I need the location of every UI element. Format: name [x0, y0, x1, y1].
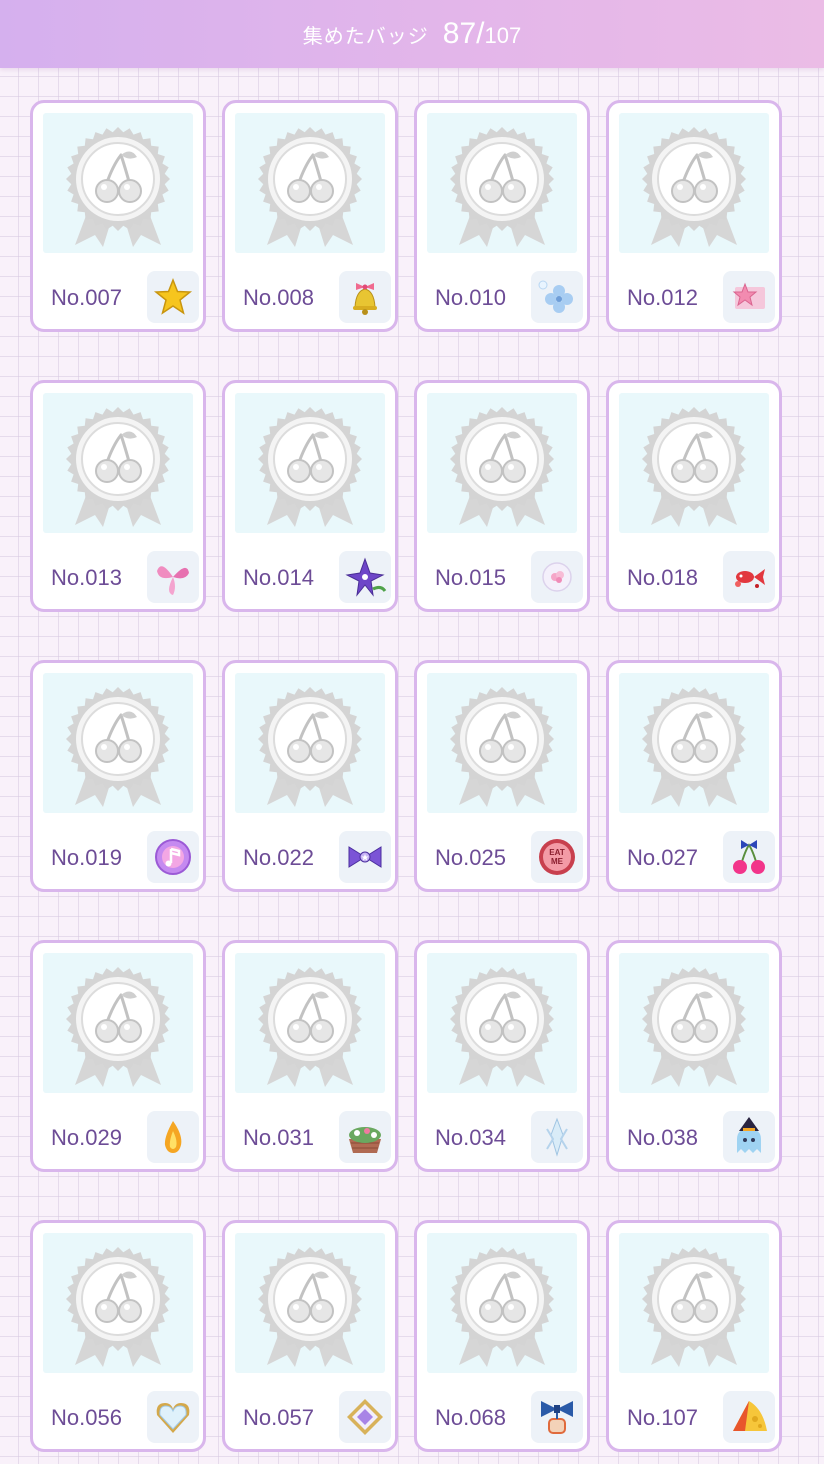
cheese-icon [723, 1391, 775, 1443]
badge-card[interactable]: No.107 [606, 1220, 782, 1452]
badge-card[interactable]: No.025 EAT ME [414, 660, 590, 892]
purple-flower-icon [339, 551, 391, 603]
badge-card[interactable]: No.014 [222, 380, 398, 612]
heart-gem-icon [147, 1391, 199, 1443]
flower-bubble-icon [531, 551, 583, 603]
star-envelope-icon [723, 271, 775, 323]
pink-butterfly-icon [147, 551, 199, 603]
badge-card[interactable]: No.027 [606, 660, 782, 892]
cherry-ribbon-icon [723, 831, 775, 883]
badge-number: No.007 [51, 285, 122, 310]
badge-number: No.025 [435, 845, 506, 870]
locked-badge-placeholder [235, 1233, 385, 1373]
locked-badge-placeholder [235, 113, 385, 253]
locked-badge-placeholder [619, 113, 769, 253]
locked-badge-placeholder [235, 673, 385, 813]
locked-badge-placeholder [619, 673, 769, 813]
header-bar: 集めたバッジ 87 / 107 [0, 0, 824, 68]
badge-number: No.015 [435, 565, 506, 590]
badge-card[interactable]: No.057 [222, 1220, 398, 1452]
locked-badge-placeholder [619, 393, 769, 533]
locked-badge-placeholder [43, 673, 193, 813]
badge-number: No.031 [243, 1125, 314, 1150]
badge-number: No.010 [435, 285, 506, 310]
badge-number: No.022 [243, 845, 314, 870]
locked-badge-placeholder [427, 673, 577, 813]
badge-card[interactable]: No.015 [414, 380, 590, 612]
badge-number: No.038 [627, 1125, 698, 1150]
star-icon [147, 271, 199, 323]
locked-badge-placeholder [43, 393, 193, 533]
locked-badge-placeholder [235, 953, 385, 1093]
flame-icon [147, 1111, 199, 1163]
badge-number: No.068 [435, 1405, 506, 1430]
hydrangea-icon [531, 271, 583, 323]
locked-badge-placeholder [43, 953, 193, 1093]
count-separator: / [476, 17, 485, 50]
badge-card[interactable]: No.056 [30, 1220, 206, 1452]
purple-ribbon-icon [339, 831, 391, 883]
music-note-orb-icon [147, 831, 199, 883]
locked-badge-placeholder [43, 113, 193, 253]
svg-text:ME: ME [551, 857, 564, 866]
svg-text:EAT: EAT [549, 848, 565, 857]
badge-number: No.012 [627, 285, 698, 310]
badge-card[interactable]: No.018 [606, 380, 782, 612]
badge-card[interactable]: No.034 [414, 940, 590, 1172]
ghost-witch-hat-icon [723, 1111, 775, 1163]
badge-number: No.014 [243, 565, 314, 590]
badge-card[interactable]: No.019 [30, 660, 206, 892]
badge-card[interactable]: No.068 [414, 1220, 590, 1452]
eat-me-cookie-icon: EAT ME [531, 831, 583, 883]
locked-badge-placeholder [619, 953, 769, 1093]
bell-icon [339, 271, 391, 323]
badge-card[interactable]: No.031 [222, 940, 398, 1172]
blue-bow-icon [531, 1391, 583, 1443]
badge-number: No.018 [627, 565, 698, 590]
locked-badge-placeholder [43, 1233, 193, 1373]
badge-card[interactable]: No.012 [606, 100, 782, 332]
badge-number: No.029 [51, 1125, 122, 1150]
badge-number: No.027 [627, 845, 698, 870]
locked-badge-placeholder [427, 953, 577, 1093]
collected-badges-label: 集めたバッジ [302, 25, 429, 48]
badge-number: No.019 [51, 845, 122, 870]
badge-number: No.107 [627, 1405, 698, 1430]
badge-card[interactable]: No.038 [606, 940, 782, 1172]
badge-card[interactable]: No.029 [30, 940, 206, 1172]
locked-badge-placeholder [427, 1233, 577, 1373]
flower-basket-icon [339, 1111, 391, 1163]
badge-card[interactable]: No.010 [414, 100, 590, 332]
badge-number: No.008 [243, 285, 314, 310]
collected-count: 87 [442, 17, 477, 50]
locked-badge-placeholder [427, 393, 577, 533]
badge-card[interactable]: No.013 [30, 380, 206, 612]
badge-number: No.057 [243, 1405, 314, 1430]
goldfish-icon [723, 551, 775, 603]
total-count: 107 [484, 23, 522, 48]
purple-gem-icon [339, 1391, 391, 1443]
locked-badge-placeholder [619, 1233, 769, 1373]
badge-number: No.034 [435, 1125, 506, 1150]
locked-badge-placeholder [427, 113, 577, 253]
badge-card[interactable]: No.007 [30, 100, 206, 332]
badge-card[interactable]: No.008 [222, 100, 398, 332]
badge-number: No.056 [51, 1405, 122, 1430]
badge-number: No.013 [51, 565, 122, 590]
ice-crystal-icon [531, 1111, 583, 1163]
locked-badge-placeholder [235, 393, 385, 533]
badge-card[interactable]: No.022 [222, 660, 398, 892]
